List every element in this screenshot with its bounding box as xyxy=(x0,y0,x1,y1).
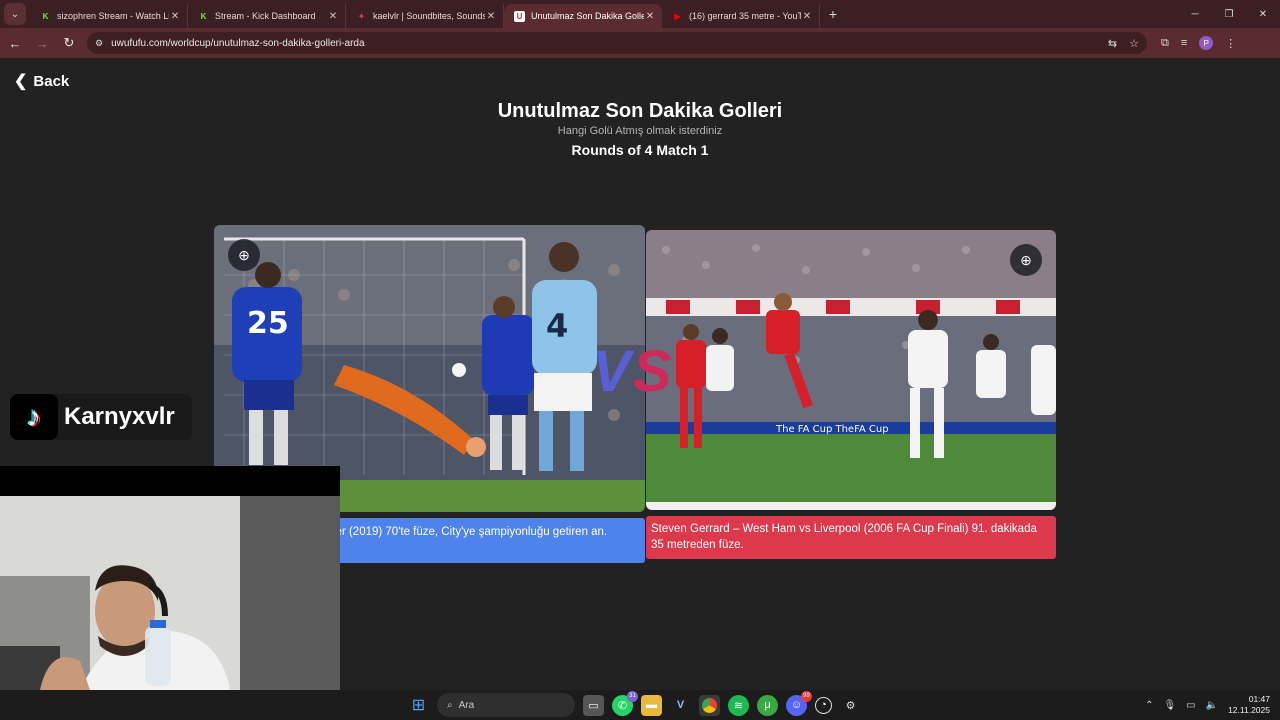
arrow-left-icon: ← xyxy=(8,35,22,51)
browser-tab[interactable]: U Unutulmaz Son Dakika Golleri | ✕ xyxy=(504,4,662,28)
page-subtitle: Hangi Golü Atmış olmak isterdiniz xyxy=(557,125,723,137)
whatsapp-icon[interactable]: ✆ 31 xyxy=(612,690,638,716)
tab-title: (16) gerrard 35 metre - YouTub xyxy=(689,11,801,21)
menu-kebab-icon[interactable]: ⋮ xyxy=(1225,37,1236,50)
tab-search-button[interactable]: ⌄ xyxy=(4,3,26,25)
utorrent-icon[interactable]: μ xyxy=(757,694,778,716)
start-button[interactable]: ⊞ xyxy=(408,695,429,716)
chrome-icon[interactable] xyxy=(699,694,720,716)
restore-button[interactable]: ❐ xyxy=(1212,0,1246,28)
close-window-button[interactable]: ✕ xyxy=(1246,0,1280,28)
tab-close-icon[interactable]: ✕ xyxy=(801,11,813,22)
task-view-icon[interactable]: ▭ xyxy=(583,694,604,716)
tab-close-icon[interactable]: ✕ xyxy=(485,11,497,22)
browser-tab[interactable]: ▶ (16) gerrard 35 metre - YouTub ✕ xyxy=(662,4,820,28)
tab-favicon-icon: U xyxy=(514,10,525,22)
svg-text:4: 4 xyxy=(546,307,568,345)
back-nav-button[interactable]: ← xyxy=(3,31,27,55)
tab-close-icon[interactable]: ✕ xyxy=(644,11,656,22)
taskbar-search[interactable]: ⌕ Ara xyxy=(437,693,575,717)
tiktok-username: Karnyxvlr xyxy=(64,403,175,430)
tiktok-logo-icon: ♪ xyxy=(10,394,58,440)
zoom-in-icon: ⊕ xyxy=(1020,251,1032,268)
webcam-image xyxy=(0,496,340,690)
search-placeholder: Ara xyxy=(458,699,475,711)
tab-title: Unutulmaz Son Dakika Golleri | xyxy=(531,11,644,21)
browser-tab[interactable]: ✦ kaelvlr | Soundbites, Sounds Mo✕ xyxy=(346,4,504,28)
back-button[interactable]: ❮ Back xyxy=(14,71,69,91)
tab-favicon-icon: ▶ xyxy=(674,11,681,21)
discord-badge: 99 xyxy=(801,690,812,702)
chevron-down-icon: ⌄ xyxy=(10,8,20,20)
browser-tab[interactable]: K Stream - Kick Dashboard ✕ xyxy=(188,4,346,28)
vs-label: VS xyxy=(592,339,674,404)
browser-tab-bar: ⌄ Ksizophren Stream - Watch Live ✕ K Stream… xyxy=(0,0,1280,28)
screen: ⌄ Ksizophren Stream - Watch Live ✕ K Stream… xyxy=(0,0,1280,720)
network-icon[interactable]: ▭ xyxy=(1186,700,1195,711)
right-option-card[interactable]: The FA Cup TheFA Cup ⊕ xyxy=(646,230,1056,510)
zoom-in-icon: ⊕ xyxy=(238,246,250,263)
right-zoom-button[interactable]: ⊕ xyxy=(1010,244,1042,276)
clock[interactable]: 01:47 12.11.2025 xyxy=(1228,694,1270,716)
page-title: Unutulmaz Son Dakika Golleri xyxy=(497,100,783,122)
tab-close-icon[interactable]: ✕ xyxy=(169,11,181,22)
tab-title: kaelvlr | Soundbites, Sounds Mo xyxy=(373,11,485,21)
browser-tab[interactable]: Ksizophren Stream - Watch Live ✕ xyxy=(30,4,188,28)
spotify-icon[interactable]: ≋ xyxy=(728,694,749,716)
svg-text:25: 25 xyxy=(247,306,289,341)
translate-icon[interactable]: ⇆ xyxy=(1108,37,1117,50)
left-zoom-button[interactable]: ⊕ xyxy=(228,239,260,271)
tab-favicon-icon: K xyxy=(42,11,49,21)
address-bar[interactable]: ⚙ uwufufu.com/worldcup/unutulmaz-son-dak… xyxy=(87,32,1147,54)
windows-taskbar: ⊞ ⌕ Ara ▭ ✆ 31 ▬ V ≋ μ ☺ 99 ◔ ⚙ ⌃ 🎙 ▭ 🔈 01… xyxy=(0,690,1280,720)
steelseries-icon[interactable]: ⚙ xyxy=(840,695,861,716)
back-label: Back xyxy=(33,72,70,90)
webcam-feed xyxy=(0,496,340,690)
arrow-right-icon: → xyxy=(35,35,49,51)
windows-logo-icon: ⊞ xyxy=(411,697,426,714)
new-tab-button[interactable]: + xyxy=(822,6,844,22)
browser-toolbar: ← → ↻ ⚙ uwufufu.com/worldcup/unutulmaz-s… xyxy=(0,28,1280,58)
window-controls: ─ ❐ ✕ xyxy=(1178,0,1280,28)
tab-title: sizophren Stream - Watch Live xyxy=(57,11,169,21)
clock-time: 01:47 xyxy=(1248,694,1270,704)
system-tray: ⌃ 🎙 ▭ 🔈 01:47 12.11.2025 xyxy=(1145,690,1280,720)
clock-date: 12.11.2025 xyxy=(1228,705,1270,715)
vpn-app-icon[interactable]: V xyxy=(670,695,691,716)
reload-button[interactable]: ↻ xyxy=(57,31,81,55)
extensions-icon[interactable]: ⧉ xyxy=(1161,37,1169,50)
tab-favicon-icon: K xyxy=(200,11,207,21)
microphone-icon[interactable]: 🎙 xyxy=(1163,700,1176,711)
media-control-icon[interactable]: ≡ xyxy=(1181,37,1187,49)
bookmark-star-icon[interactable]: ☆ xyxy=(1129,37,1139,50)
right-option-caption[interactable]: Steven Gerrard – West Ham vs Liverpool (… xyxy=(646,516,1056,559)
round-label: Rounds of 4 Match 1 xyxy=(571,142,709,158)
volume-icon[interactable]: 🔈 xyxy=(1206,700,1218,711)
right-option-image: The FA Cup TheFA Cup xyxy=(646,230,1056,510)
tiktok-overlay: ♪ Karnyxvlr xyxy=(10,394,192,440)
profile-avatar[interactable]: P xyxy=(1199,36,1214,50)
file-explorer-icon[interactable]: ▬ xyxy=(641,694,662,716)
obs-icon[interactable]: ◔ xyxy=(815,696,832,714)
url-text: uwufufu.com/worldcup/unutulmaz-son-dakik… xyxy=(111,37,365,49)
minimize-button[interactable]: ─ xyxy=(1178,0,1212,28)
tab-close-icon[interactable]: ✕ xyxy=(327,11,339,22)
forward-nav-button[interactable]: → xyxy=(30,31,54,55)
tab-title: Stream - Kick Dashboard xyxy=(215,11,316,21)
discord-icon[interactable]: ☺ 99 xyxy=(786,690,812,716)
webcam-top-bar xyxy=(0,466,340,496)
reload-icon: ↻ xyxy=(63,35,75,50)
chevron-left-icon: ❮ xyxy=(14,73,28,90)
plus-icon: + xyxy=(828,6,838,22)
show-hidden-icons-icon[interactable]: ⌃ xyxy=(1145,700,1153,711)
site-info-icon[interactable]: ⚙ xyxy=(95,38,103,49)
whatsapp-badge: 31 xyxy=(627,690,638,702)
tab-favicon-icon: ✦ xyxy=(358,11,365,21)
tab-strip: Ksizophren Stream - Watch Live ✕ K Stream -… xyxy=(30,0,820,28)
search-icon: ⌕ xyxy=(447,699,453,711)
svg-text:The FA Cup TheFA Cup: The FA Cup TheFA Cup xyxy=(775,424,889,435)
